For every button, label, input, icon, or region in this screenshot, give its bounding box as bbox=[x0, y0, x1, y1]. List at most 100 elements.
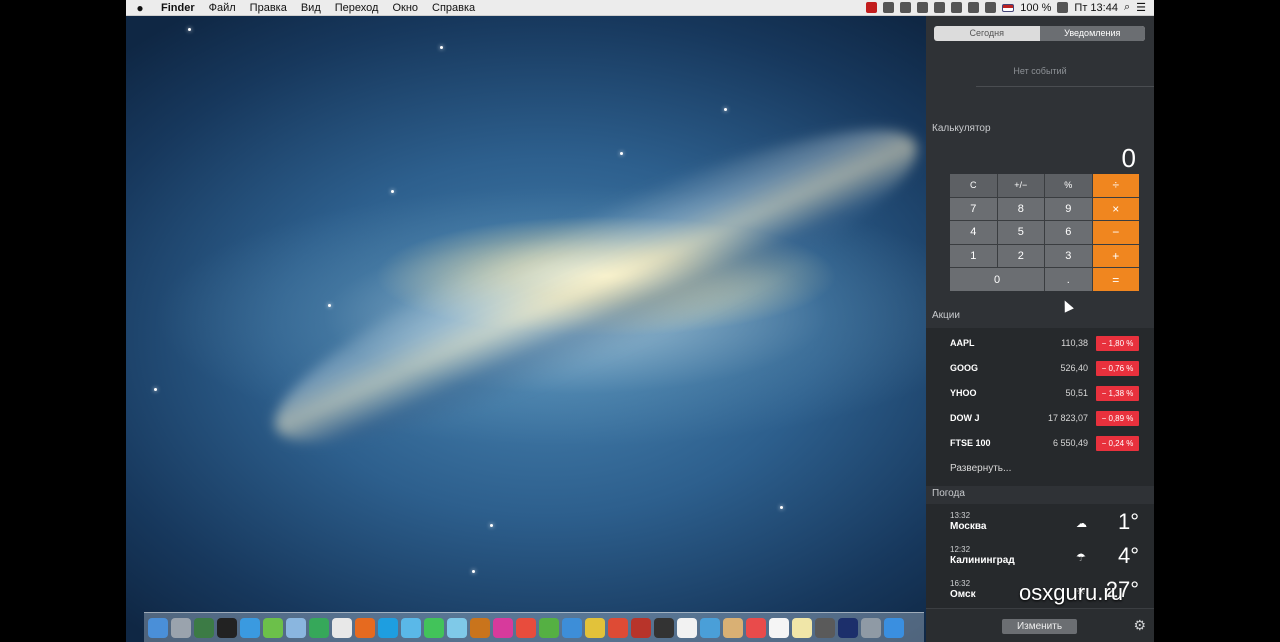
terminal-icon[interactable] bbox=[217, 617, 237, 638]
firefox-icon[interactable] bbox=[355, 617, 375, 638]
calc-key-multiply[interactable]: × bbox=[1092, 197, 1139, 221]
battery-percent[interactable]: 100 % bbox=[1020, 2, 1051, 14]
adobe-icon[interactable] bbox=[883, 2, 895, 13]
app-icon[interactable] bbox=[815, 617, 835, 638]
app-icon[interactable] bbox=[332, 617, 352, 638]
calc-key-8[interactable]: 8 bbox=[997, 197, 1044, 221]
safari-icon[interactable] bbox=[240, 617, 260, 638]
stock-change[interactable]: − 0,89 % bbox=[1096, 410, 1139, 426]
stock-change[interactable]: − 0,24 % bbox=[1096, 435, 1139, 451]
app-icon[interactable] bbox=[723, 617, 743, 638]
bluetooth-icon[interactable] bbox=[968, 2, 980, 13]
calc-key-3[interactable]: 3 bbox=[1045, 244, 1092, 268]
tab-today[interactable]: Сегодня bbox=[934, 26, 1040, 41]
stock-row[interactable]: YHOO 50,51 − 1,38 % bbox=[950, 385, 1139, 401]
app-icon[interactable] bbox=[585, 617, 605, 638]
launchpad-icon[interactable] bbox=[171, 617, 191, 638]
calc-key-decimal[interactable]: . bbox=[1045, 268, 1092, 291]
weather-time: 16:32 bbox=[950, 579, 971, 588]
photoshop-icon[interactable] bbox=[838, 617, 858, 638]
stock-row[interactable]: AAPL 110,38 − 1,80 % bbox=[950, 335, 1139, 351]
clock[interactable]: Пт 13:44 bbox=[1074, 2, 1118, 14]
app-icon[interactable] bbox=[447, 617, 467, 638]
notes-icon[interactable] bbox=[792, 617, 812, 638]
app-icon[interactable] bbox=[769, 617, 789, 638]
star bbox=[391, 190, 394, 193]
app-icon[interactable] bbox=[562, 617, 582, 638]
calc-key-equals[interactable]: = bbox=[1092, 268, 1139, 291]
stock-change[interactable]: − 1,80 % bbox=[1096, 335, 1139, 351]
calc-key-plus[interactable]: + bbox=[1092, 244, 1139, 268]
rain-cloud-icon: ☂ bbox=[1076, 552, 1086, 564]
app-icon[interactable] bbox=[654, 617, 674, 638]
app-icon[interactable] bbox=[493, 617, 513, 638]
app-icon[interactable] bbox=[470, 617, 490, 638]
calc-key-divide[interactable]: ÷ bbox=[1092, 174, 1139, 197]
calc-key-7[interactable]: 7 bbox=[950, 197, 997, 221]
calc-key-sign[interactable]: +/− bbox=[997, 174, 1044, 197]
weather-row[interactable]: 12:32 Калининград ☂ 4° bbox=[950, 543, 1139, 577]
gear-icon[interactable]: ⚙ bbox=[1133, 617, 1146, 634]
menu-view[interactable]: Вид bbox=[294, 2, 328, 14]
calc-key-0[interactable]: 0 bbox=[950, 268, 1044, 291]
stock-row[interactable]: DOW J 17 823,07 − 0,89 % bbox=[950, 410, 1139, 426]
sync-icon[interactable] bbox=[934, 2, 946, 13]
app-icon[interactable] bbox=[424, 617, 444, 638]
calc-key-percent[interactable]: % bbox=[1045, 174, 1092, 197]
app-icon[interactable] bbox=[286, 617, 306, 638]
flag-icon[interactable] bbox=[1002, 3, 1015, 12]
divider bbox=[976, 86, 1154, 87]
calc-key-9[interactable]: 9 bbox=[1045, 197, 1092, 221]
calculator-title: Калькулятор bbox=[932, 123, 991, 134]
stocks-title: Акции bbox=[932, 310, 960, 321]
wifi-icon[interactable] bbox=[985, 2, 997, 13]
stock-row[interactable]: FTSE 100 6 550,49 − 0,24 % bbox=[950, 435, 1139, 451]
calc-key-5[interactable]: 5 bbox=[997, 221, 1044, 244]
skype-icon[interactable] bbox=[378, 617, 398, 638]
calc-key-1[interactable]: 1 bbox=[950, 244, 997, 268]
dropbox-icon[interactable] bbox=[900, 2, 912, 13]
menu-finder[interactable]: Finder bbox=[154, 2, 202, 14]
app-icon[interactable] bbox=[677, 617, 697, 638]
menu-edit[interactable]: Правка bbox=[243, 2, 294, 14]
recording-icon[interactable] bbox=[866, 2, 878, 13]
stock-price: 110,38 bbox=[1061, 338, 1088, 348]
stock-symbol: GOOG bbox=[950, 363, 979, 373]
apple-menu-icon[interactable]: ● bbox=[126, 1, 154, 15]
stock-change[interactable]: − 1,38 % bbox=[1096, 385, 1139, 401]
app-icon[interactable] bbox=[263, 617, 283, 638]
tab-notifications[interactable]: Уведомления bbox=[1039, 26, 1145, 41]
app-icon[interactable] bbox=[700, 617, 720, 638]
notification-center-icon[interactable]: ☰ bbox=[1136, 1, 1146, 14]
app-icon[interactable] bbox=[516, 617, 536, 638]
menu-file[interactable]: Файл bbox=[202, 2, 243, 14]
app-store-icon[interactable] bbox=[884, 617, 904, 638]
calc-key-2[interactable]: 2 bbox=[997, 244, 1044, 268]
app-icon[interactable] bbox=[401, 617, 421, 638]
edit-button[interactable]: Изменить bbox=[1002, 619, 1077, 634]
app-icon[interactable] bbox=[631, 617, 651, 638]
stock-row[interactable]: GOOG 526,40 − 0,76 % bbox=[950, 360, 1139, 376]
calendar-icon[interactable] bbox=[746, 617, 766, 638]
weather-row[interactable]: 13:32 Москва ☁ 1° bbox=[950, 509, 1139, 543]
star bbox=[620, 152, 623, 155]
dashboard-icon[interactable] bbox=[194, 617, 214, 638]
finder-icon[interactable] bbox=[148, 617, 168, 638]
stock-change[interactable]: − 0,76 % bbox=[1096, 360, 1139, 376]
app-icon[interactable] bbox=[539, 617, 559, 638]
battery-icon[interactable] bbox=[1057, 2, 1069, 13]
app-icon[interactable] bbox=[309, 617, 329, 638]
menu-help[interactable]: Справка bbox=[425, 2, 482, 14]
evernote-icon[interactable] bbox=[917, 2, 929, 13]
menu-go[interactable]: Переход bbox=[328, 2, 386, 14]
spotlight-icon[interactable]: ⌕ bbox=[1124, 1, 1130, 14]
chrome-icon[interactable] bbox=[608, 617, 628, 638]
calc-key-clear[interactable]: C bbox=[950, 174, 997, 197]
menu-window[interactable]: Окно bbox=[385, 2, 425, 14]
app-icon[interactable] bbox=[861, 617, 881, 638]
stocks-expand-link[interactable]: Развернуть... bbox=[950, 463, 1011, 474]
calc-key-minus[interactable]: − bbox=[1092, 221, 1139, 244]
camera-icon[interactable] bbox=[951, 2, 963, 13]
calc-key-6[interactable]: 6 bbox=[1045, 221, 1092, 244]
calc-key-4[interactable]: 4 bbox=[950, 221, 997, 244]
